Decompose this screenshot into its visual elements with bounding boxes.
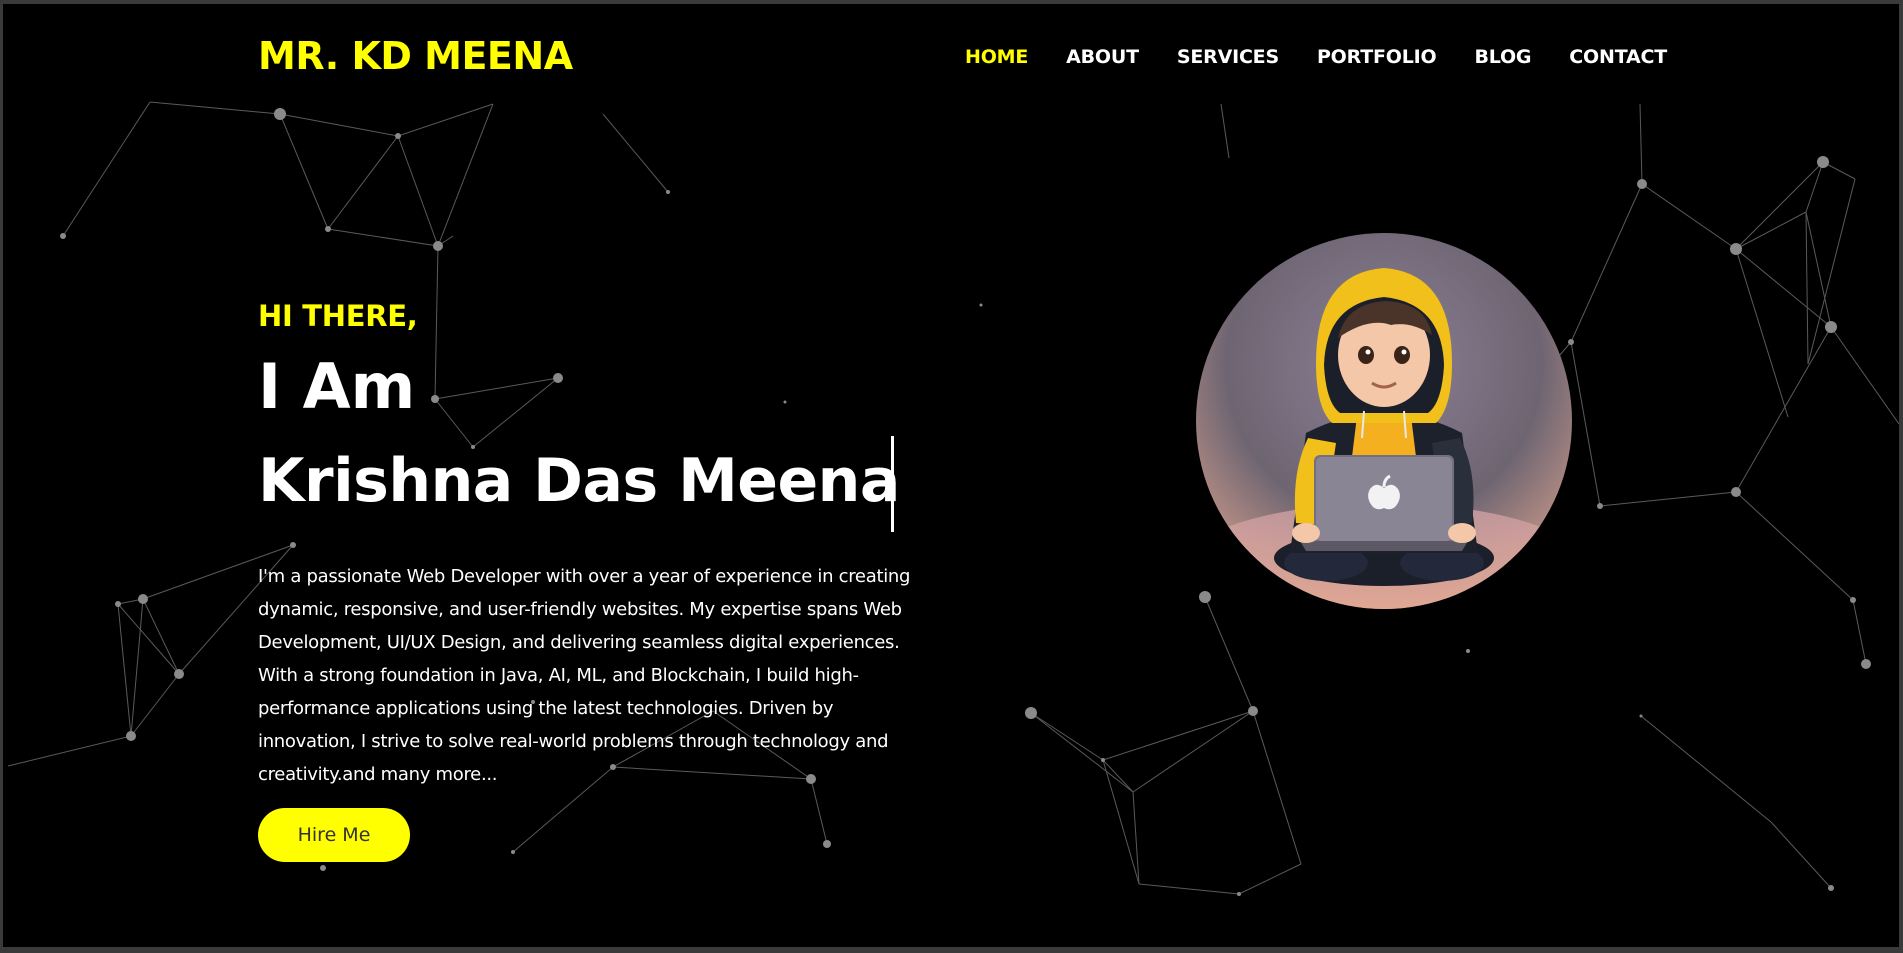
nav-item-services[interactable]: SERVICES	[1177, 46, 1279, 68]
avatar	[1196, 233, 1572, 609]
hero-intro: I Am	[258, 350, 416, 423]
hero-name: Krishna Das Meena	[258, 446, 900, 516]
nav-item-portfolio[interactable]: PORTFOLIO	[1317, 46, 1437, 68]
nav-item-home[interactable]: HOME	[965, 46, 1028, 68]
nav-item-contact[interactable]: CONTACT	[1569, 46, 1667, 68]
main-nav: HOME ABOUT SERVICES PORTFOLIO BLOG CONTA…	[965, 46, 1705, 68]
nav-item-about[interactable]: ABOUT	[1066, 46, 1139, 68]
site-logo[interactable]: MR. KD MEENA	[258, 34, 573, 78]
hero-bio: I'm a passionate Web Developer with over…	[258, 566, 911, 785]
nav-item-blog[interactable]: BLOG	[1474, 46, 1531, 68]
hire-me-button[interactable]: Hire Me	[258, 808, 410, 862]
typing-caret	[891, 436, 894, 532]
page-frame: MR. KD MEENA HOME ABOUT SERVICES PORTFOL…	[3, 4, 1899, 947]
hooded-developer-icon	[1196, 233, 1572, 609]
hero-greeting: HI THERE,	[258, 299, 418, 333]
